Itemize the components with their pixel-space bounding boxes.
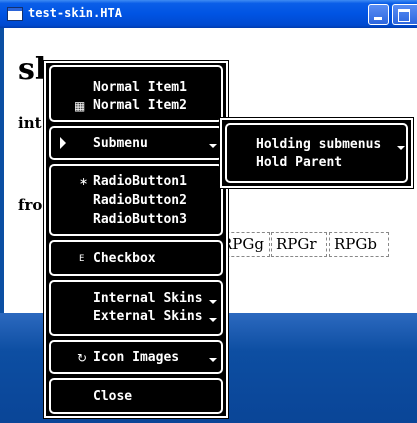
menu-group-icons: ↻ Icon Images [49, 340, 223, 374]
window-titlebar[interactable]: test-skin.HTA [0, 0, 417, 28]
menu-item-radio-2[interactable]: RadioButton2 [93, 192, 187, 210]
refresh-icon: ↻ [77, 351, 88, 365]
window-title: test-skin.HTA [28, 6, 122, 20]
chevron-down-icon [209, 358, 217, 362]
submenu-group: Holding submenus Hold Parent [225, 123, 408, 183]
menu-item-normal-1[interactable]: Normal Item1 [93, 79, 187, 97]
rpg-box-r: RPGr [271, 232, 327, 257]
radio-bullet-icon: ∗ [79, 175, 89, 188]
menu-group-close: Close [49, 378, 223, 414]
menu-group-checkbox: E Checkbox [49, 240, 223, 276]
check-mark-icon: E [79, 254, 85, 264]
app-window-icon [7, 7, 23, 21]
maximize-button[interactable] [392, 4, 417, 25]
menu-item-icon-images[interactable]: Icon Images [93, 349, 179, 367]
chevron-down-icon [397, 146, 405, 150]
menu-item-normal-2[interactable]: Normal Item2 [93, 97, 187, 115]
from-text: fro [18, 196, 43, 214]
submenu-popup: Holding submenus Hold Parent [219, 117, 414, 189]
menu-item-radio-1[interactable]: RadioButton1 [93, 173, 187, 191]
submenu-item-holding[interactable]: Holding submenus [256, 136, 381, 154]
intro-text: int [18, 114, 42, 132]
grid-icon: ▦ [74, 99, 86, 113]
menu-item-radio-3[interactable]: RadioButton3 [93, 211, 187, 229]
play-icon [60, 137, 66, 149]
menu-item-external-skins[interactable]: External Skins [93, 308, 203, 326]
popup-menu: Normal Item1 ▦ Normal Item2 Submenu ∗ Ra… [43, 60, 229, 419]
chevron-down-icon [209, 318, 217, 322]
menu-item-submenu[interactable]: Submenu [93, 135, 148, 153]
rpg-box-b: RPGb [329, 232, 389, 257]
menu-group-normal: Normal Item1 ▦ Normal Item2 [49, 65, 223, 122]
menu-item-close[interactable]: Close [93, 388, 132, 406]
menu-group-submenu: Submenu [49, 126, 223, 160]
menu-item-checkbox[interactable]: Checkbox [93, 250, 156, 268]
chevron-down-icon [209, 300, 217, 304]
chevron-down-icon [209, 144, 217, 148]
submenu-item-hold-parent[interactable]: Hold Parent [256, 154, 342, 172]
menu-item-internal-skins[interactable]: Internal Skins [93, 290, 203, 308]
minimize-button[interactable] [368, 4, 389, 25]
menu-group-radio: ∗ RadioButton1 RadioButton2 RadioButton3 [49, 164, 223, 236]
menu-group-skins: Internal Skins External Skins [49, 280, 223, 336]
